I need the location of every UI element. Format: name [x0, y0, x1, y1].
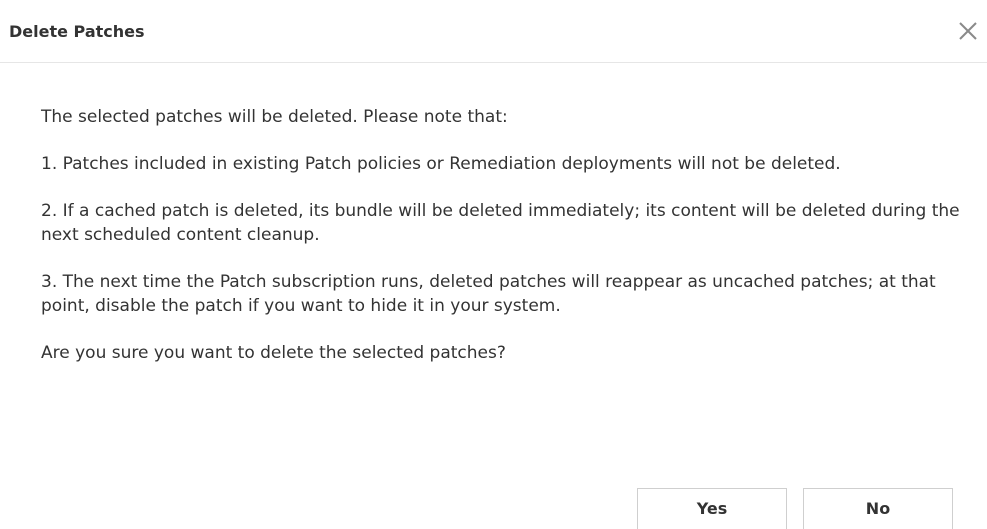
message-note-3: 3. The next time the Patch subscription …: [41, 272, 936, 316]
message-note-2: 2. If a cached patch is deleted, its bun…: [41, 201, 960, 245]
yes-button[interactable]: Yes: [637, 488, 787, 529]
message-note-1: 1. Patches included in existing Patch po…: [41, 154, 841, 174]
confirmation-question: Are you sure you want to delete the sele…: [41, 343, 506, 363]
message-intro: The selected patches will be deleted. Pl…: [41, 107, 508, 127]
delete-patches-dialog: Delete Patches The selected patches will…: [0, 0, 987, 529]
dialog-message: The selected patches will be deleted. Pl…: [41, 105, 971, 365]
close-icon[interactable]: [957, 20, 979, 42]
no-button[interactable]: No: [803, 488, 953, 529]
dialog-title: Delete Patches: [9, 22, 145, 41]
dialog-header: Delete Patches: [0, 0, 987, 63]
